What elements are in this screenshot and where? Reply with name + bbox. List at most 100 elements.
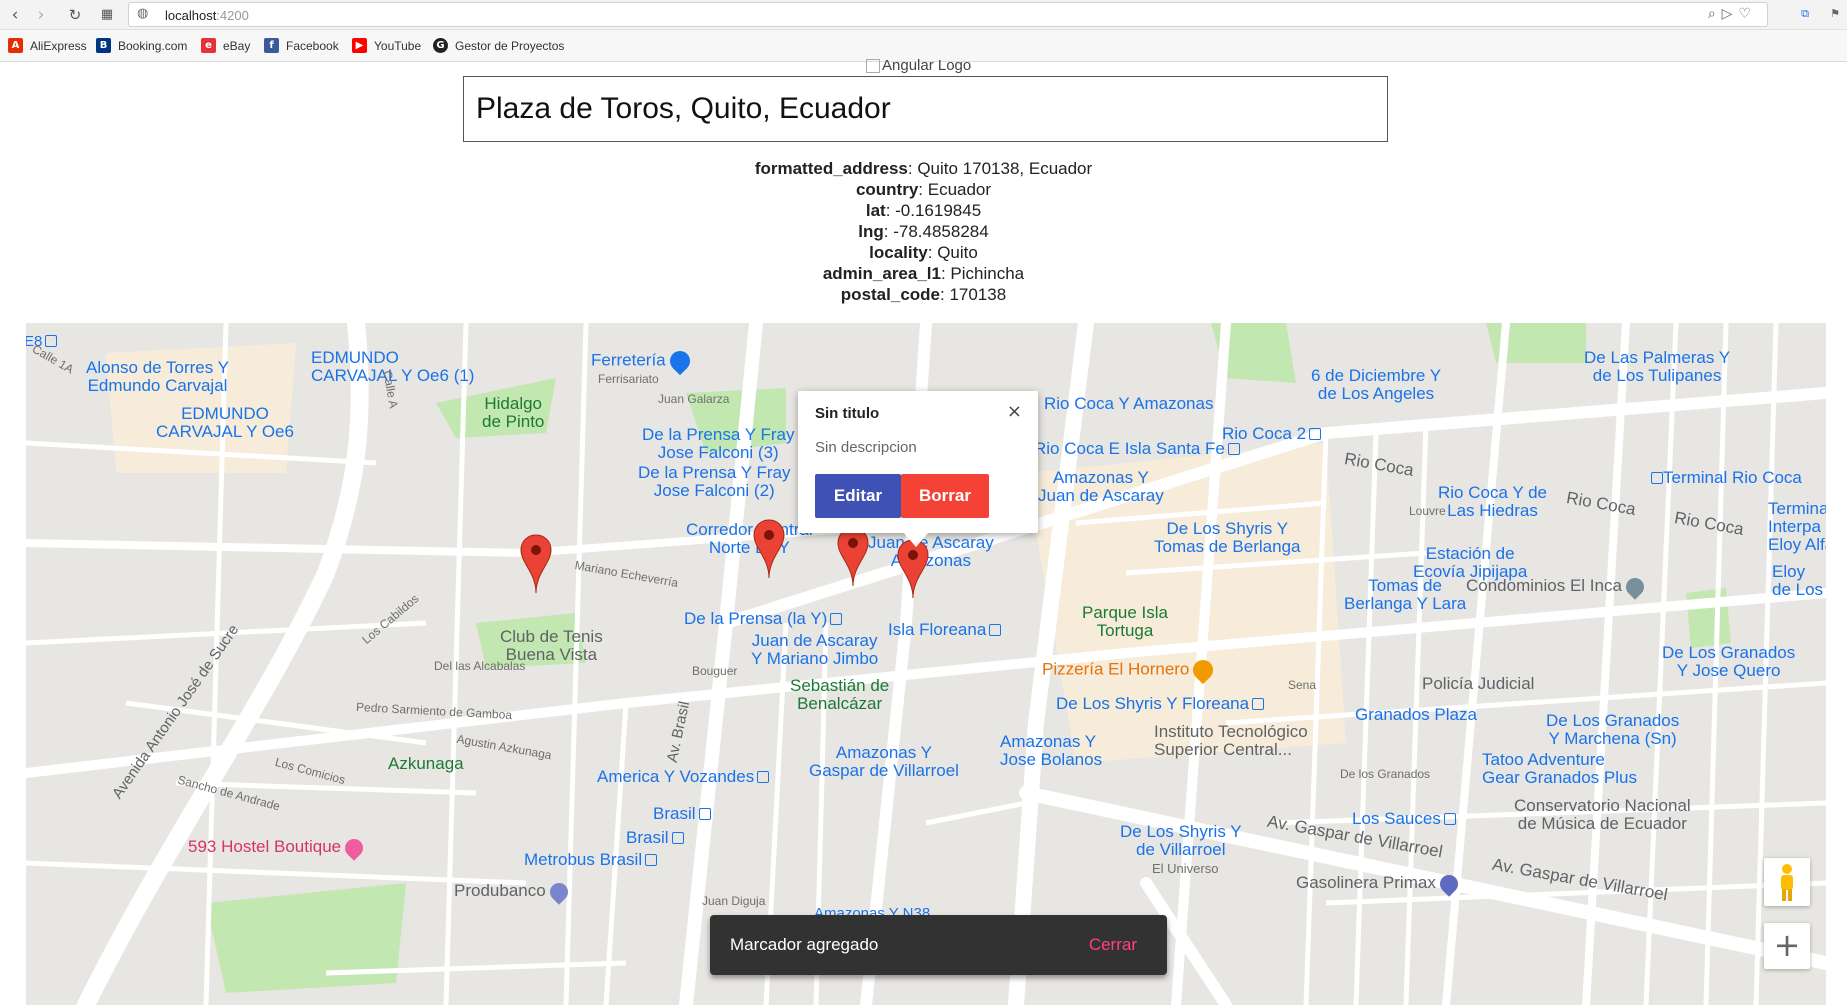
place-search-input[interactable]: Plaza de Toros, Quito, Ecuador [463, 76, 1388, 142]
poi-label[interactable]: Conservatorio Nacional de Música de Ecua… [1514, 797, 1691, 833]
angular-logo: Angular Logo [866, 57, 971, 74]
flag-icon[interactable]: ⚑ [1827, 6, 1843, 22]
marker-info-window: Sin titulo × Sin descripcion Editar Borr… [798, 391, 1038, 547]
transit-stop-label[interactable]: Los Sauces [1352, 810, 1456, 828]
transit-stop-label[interactable]: De la Prensa Y Fray Jose Falconi (2) [638, 464, 790, 500]
park-label[interactable]: Hidalgo de Pinto [482, 395, 544, 431]
transit-stop-label[interactable]: Termina Interpa Eloy Alfa [1768, 500, 1826, 554]
transit-stop-label[interactable]: Eloy de Los [1772, 563, 1823, 599]
transit-stop-label[interactable]: De Los Shyris Y Floreana [1056, 695, 1265, 713]
edit-button[interactable]: Editar [815, 474, 901, 518]
bookmark-gestor-proyectos[interactable]: G Gestor de Proyectos [433, 38, 564, 53]
transit-stop-label[interactable]: Metrobus Brasil [524, 851, 658, 869]
poi-label[interactable]: Pizzería El Hornero [1042, 655, 1218, 685]
map-marker[interactable] [753, 518, 785, 580]
transit-stop-label[interactable]: De Los Shyris Y de Villarroel [1120, 823, 1242, 859]
delete-button[interactable]: Borrar [901, 474, 989, 518]
transit-stop-label[interactable]: Amazonas Y Gaspar de Villarroel [809, 744, 959, 780]
bookmark-youtube[interactable]: ▶ YouTube [352, 38, 421, 53]
park-area [206, 883, 406, 993]
map-marker[interactable] [520, 533, 552, 595]
translate-extension-icon[interactable]: ⧉ [1797, 6, 1813, 22]
youtube-icon: ▶ [352, 38, 367, 53]
google-map[interactable]: E8 Calle 1A Alonso de Torres Y Edmundo C… [26, 323, 1826, 1005]
close-icon[interactable]: × [1007, 401, 1022, 422]
park-label[interactable]: Parque Isla Tortuga [1082, 604, 1168, 640]
heart-icon[interactable]: ♡ [1738, 6, 1757, 22]
address-bar[interactable]: ◍ localhost:4200 ⌕▷♡ [128, 2, 1768, 27]
transit-stop-label[interactable]: Terminal Rio Coca [1648, 469, 1802, 487]
url-text: localhost:4200 [165, 8, 249, 23]
poi-label[interactable]: El Universo [1152, 862, 1218, 875]
transit-stop-label[interactable]: Tomas de Berlanga Y Lara [1344, 577, 1466, 613]
page-content: Angular Logo Plaza de Toros, Quito, Ecua… [0, 57, 1847, 1005]
transit-stop-label[interactable]: Alonso de Torres Y Edmundo Carvajal [86, 359, 229, 395]
transit-stop-icon [830, 612, 843, 625]
bookmark-ebay[interactable]: e eBay [201, 38, 250, 53]
transit-stop-label[interactable]: Brasil [653, 805, 711, 823]
transit-stop-icon [645, 853, 658, 866]
bank-pin-icon [545, 878, 572, 905]
poi-label[interactable]: Ferretería [591, 346, 694, 376]
transit-stop-label[interactable]: Isla Floreana [888, 621, 1002, 639]
transit-stop-icon [989, 623, 1002, 636]
transit-stop-label[interactable]: America Y Vozandes [597, 768, 770, 786]
bookmark-facebook[interactable]: f Facebook [264, 38, 339, 53]
transit-stop-label[interactable]: Juan de Ascaray Amazonas [868, 534, 994, 570]
snackbar-message: Marcador agregado [730, 935, 879, 954]
pegman-icon [1781, 864, 1793, 901]
info-row: country: Ecuador [855, 180, 992, 199]
map-marker[interactable] [897, 538, 929, 600]
transit-stop-label[interactable]: Juan de Ascaray Y Mariano Jimbo [751, 632, 878, 668]
transit-stop-icon [1651, 471, 1663, 484]
zoom-icon[interactable]: ⌕ [1708, 6, 1722, 22]
park-label[interactable]: Sebastián de Benalcázar [790, 677, 889, 713]
transit-stop-label[interactable]: Rio Coca Y de Las Hiedras [1438, 484, 1547, 520]
poi-label[interactable]: Condominios El Inca [1466, 573, 1648, 600]
transit-stop-label[interactable]: De la Prensa Y Fray Jose Falconi (3) [642, 426, 794, 462]
zoom-in-button[interactable]: + [1764, 923, 1810, 969]
poi-label[interactable]: Granados Plaza [1355, 706, 1477, 724]
map-marker[interactable] [837, 526, 869, 588]
globe-icon: ◍ [137, 6, 149, 21]
aliexpress-icon: A [8, 38, 23, 53]
bookmark-booking[interactable]: B Booking.com [96, 38, 187, 53]
park-label[interactable]: Azkunaga [388, 755, 464, 773]
transit-stop-label[interactable]: 6 de Diciembre Y de Los Angeles [1311, 367, 1441, 403]
poi-label[interactable]: 593 Hostel Boutique [188, 834, 367, 861]
transit-stop-label[interactable]: Brasil [626, 829, 684, 847]
bookmark-aliexpress[interactable]: A AliExpress [8, 38, 87, 53]
forward-icon[interactable]: › [30, 4, 52, 26]
transit-stop-label[interactable]: EDMUNDO CARVAJAL Y Oe6 [156, 405, 294, 441]
transit-stop-label[interactable]: Rio Coca E Isla Santa Fe [1034, 440, 1240, 458]
transit-stop-label[interactable]: Amazonas Y Jose Bolanos [1000, 733, 1102, 769]
transit-stop-label[interactable]: Corredor Central Norte La Y [686, 521, 813, 557]
transit-stop-label[interactable]: De Los Granados Y Marchena (Sn) [1546, 712, 1679, 748]
poi-label[interactable]: Produbanco [454, 878, 572, 905]
street-label: Louvre [1409, 504, 1446, 518]
tabs-grid-icon[interactable]: ▦ [96, 4, 118, 26]
street-view-pegman[interactable] [1764, 858, 1810, 906]
ebay-icon: e [201, 38, 216, 53]
street-label: Juan Diguja [702, 894, 766, 908]
transit-stop-label[interactable]: De la Prensa (la Y) [684, 610, 843, 628]
poi-label[interactable]: Gasolinera Primax [1296, 870, 1462, 897]
transit-stop-label[interactable]: Amazonas Y Juan de Ascaray [1038, 469, 1164, 505]
snackbar-close-button[interactable]: Cerrar [1089, 935, 1137, 955]
back-icon[interactable]: ‹ [4, 4, 26, 26]
poi-label[interactable]: Policía Judicial [1422, 675, 1534, 693]
booking-icon: B [96, 38, 111, 53]
transit-stop-label[interactable]: Rio Coca Y Amazonas [1044, 395, 1213, 413]
browser-toolbar: ‹ › ↻ ▦ ◍ localhost:4200 ⌕▷♡ ⧉ ⚑ [0, 0, 1847, 30]
street-label: Sena [1288, 678, 1317, 692]
poi-label[interactable]: Instituto Tecnológico Superior Central..… [1154, 723, 1308, 759]
reload-icon[interactable]: ↻ [64, 4, 86, 26]
transit-stop-label[interactable]: De Las Palmeras Y de Los Tulipanes [1584, 349, 1730, 385]
info-row: locality: Quito [869, 243, 978, 262]
poi-label[interactable]: Tatoo Adventure Gear Granados Plus [1482, 751, 1637, 787]
transit-stop-icon [1227, 442, 1240, 455]
transit-stop-label[interactable]: De Los Granados Y Jose Quero [1662, 644, 1795, 680]
send-icon[interactable]: ▷ [1722, 6, 1739, 22]
gestor-icon: G [433, 38, 448, 53]
transit-stop-label[interactable]: De Los Shyris Y Tomas de Berlanga [1154, 520, 1300, 556]
